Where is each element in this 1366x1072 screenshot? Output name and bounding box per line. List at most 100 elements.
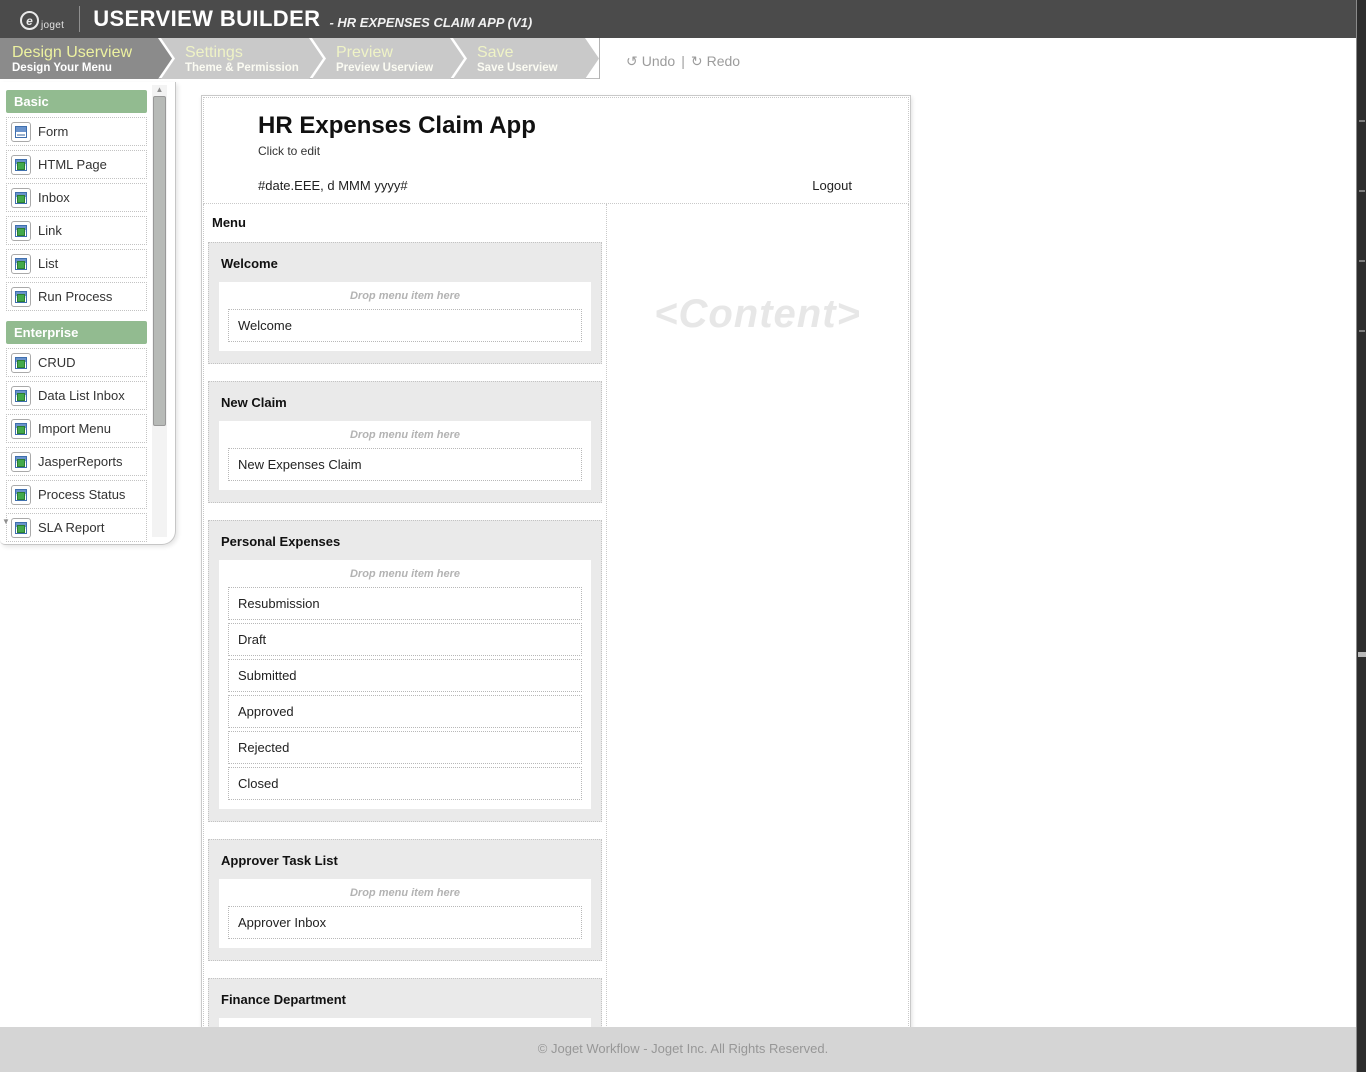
tab-preview[interactable]: Preview Preview Userview xyxy=(312,38,464,79)
menu-item[interactable]: Welcome xyxy=(228,309,582,342)
menu-category-title: New Claim xyxy=(209,382,601,421)
palette-section: Enterprise CRUD Data List Inbox Import M… xyxy=(6,321,147,542)
page-element-icon xyxy=(11,254,31,274)
menu-category-title: Finance Department xyxy=(209,979,601,1018)
menu-label: Menu xyxy=(204,210,606,242)
palette-section-items: CRUD Data List Inbox Import Menu JasperR… xyxy=(6,348,147,542)
tab-design-userview[interactable]: Design Userview Design Your Menu xyxy=(0,38,172,79)
menu-category[interactable]: Approver Task List Drop menu item here A… xyxy=(208,839,602,961)
menu-item-label: Draft xyxy=(238,632,266,647)
tab-title: Design Userview xyxy=(12,43,156,62)
page-element-icon xyxy=(11,386,31,406)
menu-category-dropzone[interactable]: Drop menu item here Resubmission Draft S… xyxy=(219,560,591,809)
menu-category[interactable]: Welcome Drop menu item here Welcome xyxy=(208,242,602,364)
scroll-up-icon[interactable]: ▲ xyxy=(152,85,167,95)
page-element-icon xyxy=(11,419,31,439)
menu-item[interactable]: Approver Inbox xyxy=(228,906,582,939)
redo-label: Redo xyxy=(707,53,740,70)
palette-item-label: Data List Inbox xyxy=(38,388,125,403)
palette-item[interactable]: Process Status xyxy=(6,480,147,509)
tab-subtitle: Preview Userview xyxy=(336,62,448,74)
content-column: <Content> xyxy=(607,204,909,1072)
menu-item-label: Approved xyxy=(238,704,294,719)
menu-column: Menu Welcome Drop menu item here Welcome… xyxy=(203,204,607,1072)
redo-button[interactable]: ↻ Redo xyxy=(691,53,740,70)
menu-category-dropzone[interactable]: Drop menu item here New Expenses Claim xyxy=(219,421,591,490)
palette-item[interactable]: Run Process xyxy=(6,282,147,311)
palette-item[interactable]: CRUD xyxy=(6,348,147,377)
tab-save[interactable]: Save Save Userview xyxy=(453,38,599,79)
tab-subtitle: Theme & Permission xyxy=(185,62,307,74)
palette-scrollbar-thumb[interactable] xyxy=(153,96,166,426)
menu-item[interactable]: Approved xyxy=(228,695,582,728)
palette-item[interactable]: Inbox xyxy=(6,183,147,212)
userview-header-row: #date.EEE, d MMM yyyy# Logout xyxy=(204,158,908,203)
palette-section-items: Form HTML Page Inbox Link List Run Proce… xyxy=(6,117,147,311)
menu-category-dropzone[interactable]: Drop menu item here Welcome xyxy=(219,282,591,351)
page-element-icon xyxy=(11,287,31,307)
drop-hint: Drop menu item here xyxy=(228,425,582,448)
palette-sections: Basic Form HTML Page Inbox Link List Run… xyxy=(0,82,175,542)
menu-item-label: New Expenses Claim xyxy=(238,457,362,472)
tab-title: Save xyxy=(477,43,583,62)
menu-item[interactable]: Rejected xyxy=(228,731,582,764)
tab-title: Preview xyxy=(336,43,448,62)
date-placeholder: #date.EEE, d MMM yyyy# xyxy=(258,178,408,193)
wizard-tab-bar: Design Userview Design Your Menu Setting… xyxy=(0,38,1366,79)
joget-logo: e joget xyxy=(20,7,64,31)
scrollbar-tick xyxy=(1359,260,1365,262)
menu-item[interactable]: New Expenses Claim xyxy=(228,448,582,481)
app-name-subtitle: - HR EXPENSES CLAIM APP (V1) xyxy=(329,9,532,30)
palette-item-label: JasperReports xyxy=(38,454,123,469)
menu-item-label: Welcome xyxy=(238,318,292,333)
scrollbar-tick xyxy=(1359,120,1365,122)
palette-item-label: CRUD xyxy=(38,355,76,370)
menu-item-label: Resubmission xyxy=(238,596,320,611)
menu-item[interactable]: Resubmission xyxy=(228,587,582,620)
undo-icon: ↺ xyxy=(626,53,638,70)
palette-item[interactable]: Form xyxy=(6,117,147,146)
menu-item[interactable]: Closed xyxy=(228,767,582,800)
redo-icon: ↻ xyxy=(691,53,703,70)
menu-item-label: Closed xyxy=(238,776,278,791)
joget-logo-icon: e xyxy=(20,11,39,30)
menu-category-dropzone[interactable]: Drop menu item here Approver Inbox xyxy=(219,879,591,948)
palette-item[interactable]: Data List Inbox xyxy=(6,381,147,410)
menu-category-title: Welcome xyxy=(209,243,601,282)
menu-categories: Welcome Drop menu item here Welcome New … xyxy=(204,242,606,1072)
window-scrollbar-thumb[interactable] xyxy=(1358,652,1366,657)
main-region: Basic Form HTML Page Inbox Link List Run… xyxy=(0,79,1366,1027)
palette-section: Basic Form HTML Page Inbox Link List Run… xyxy=(6,90,147,311)
scroll-down-icon[interactable]: ▼ xyxy=(0,517,12,526)
page-footer: © Joget Workflow - Joget Inc. All Rights… xyxy=(0,1027,1366,1072)
menu-category[interactable]: New Claim Drop menu item here New Expens… xyxy=(208,381,602,503)
menu-category-title: Personal Expenses xyxy=(209,521,601,560)
history-controls: ↺ Undo | ↻ Redo xyxy=(599,38,1356,79)
window-scrollbar[interactable] xyxy=(1356,0,1366,1072)
logo-glyph: e xyxy=(26,14,33,28)
history-separator: | xyxy=(681,53,685,69)
palette-item-label: Link xyxy=(38,223,62,238)
menu-item-label: Rejected xyxy=(238,740,289,755)
palette-item-label: SLA Report xyxy=(38,520,105,535)
palette-item-label: Import Menu xyxy=(38,421,111,436)
menu-category-items: Welcome xyxy=(228,309,582,342)
palette-item[interactable]: Link xyxy=(6,216,147,245)
palette-item[interactable]: JasperReports xyxy=(6,447,147,476)
page-element-icon xyxy=(11,155,31,175)
palette-scrollbar[interactable]: ▲ xyxy=(152,85,167,537)
menu-item[interactable]: Submitted xyxy=(228,659,582,692)
undo-button[interactable]: ↺ Undo xyxy=(626,53,675,70)
userview-canvas: HR Expenses Claim App Click to edit #dat… xyxy=(201,95,911,1072)
drop-hint: Drop menu item here xyxy=(228,286,582,309)
palette-item[interactable]: Import Menu xyxy=(6,414,147,443)
palette-item[interactable]: SLA Report xyxy=(6,513,147,542)
userview-title-editable[interactable]: HR Expenses Claim App Click to edit xyxy=(204,112,908,158)
menu-category[interactable]: Personal Expenses Drop menu item here Re… xyxy=(208,520,602,822)
tab-settings[interactable]: Settings Theme & Permission xyxy=(161,38,323,79)
palette-item-label: Process Status xyxy=(38,487,125,502)
palette-item[interactable]: List xyxy=(6,249,147,278)
menu-item[interactable]: Draft xyxy=(228,623,582,656)
palette-sidebar: Basic Form HTML Page Inbox Link List Run… xyxy=(0,82,176,545)
palette-item[interactable]: HTML Page xyxy=(6,150,147,179)
